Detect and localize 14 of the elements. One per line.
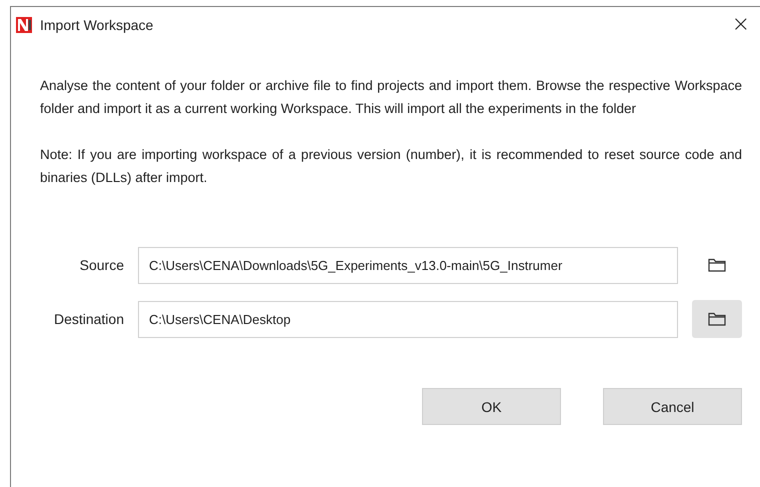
path-field[interactable]: C:\Users\CENA\Desktop: [138, 300, 678, 338]
close-button[interactable]: ×: [724, 14, 758, 36]
path-field[interactable]: C:\Users\CENA\Downloads\5G_Experiments_v13.0-main\5G_Instrumer: [138, 246, 678, 284]
cancel-button[interactable]: Cancel: [603, 388, 742, 425]
window-title: Import Workspace: [40, 16, 154, 32]
folder-icon: [708, 258, 726, 272]
app-logo-icon: [16, 16, 32, 32]
description-text: Note: If you are importing workspace of a previous version (number), it is recommended to reset source code and binaries (DLLs) after import.: [40, 146, 742, 187]
browse-button[interactable]: [692, 300, 742, 338]
ok-button[interactable]: OK: [422, 388, 561, 425]
field-label: Source: [78, 257, 124, 273]
folder-icon: [708, 312, 726, 326]
description-text: Analyse the content of your folder or archive file to find projects and import them. Browse the respective Workspace folder and import it as a current working Workspace. This will import all the experiments in the folder: [40, 77, 742, 118]
field-label: Destination: [52, 311, 124, 327]
